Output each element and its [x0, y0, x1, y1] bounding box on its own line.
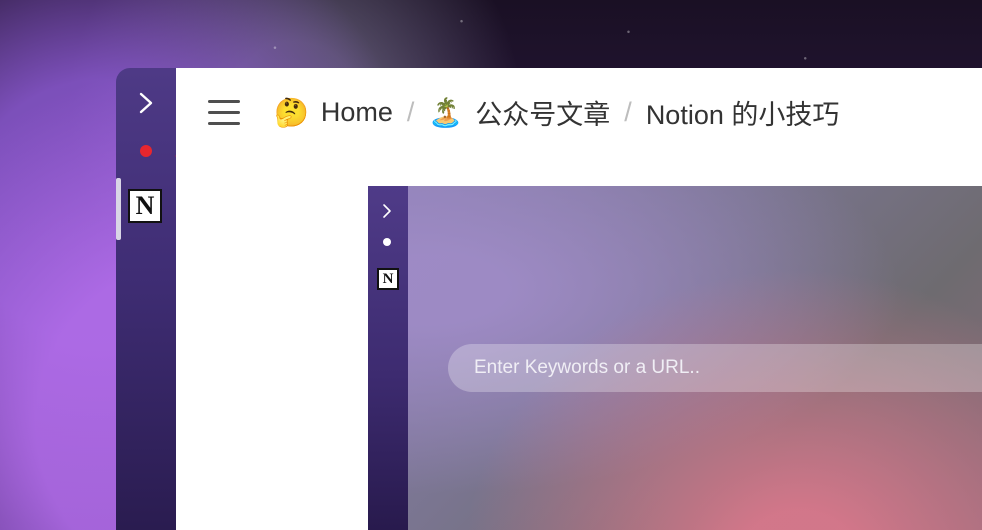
embedded-sidebar: N: [368, 186, 408, 530]
hamburger-menu-icon[interactable]: [208, 98, 240, 126]
browser-content: 🤔 Home / 🏝️ 公众号文章 / Notion 的小技巧 N Enter …: [176, 68, 982, 530]
notion-logo-icon: N: [377, 268, 399, 290]
active-app-indicator: [116, 178, 121, 240]
breadcrumb-item-articles[interactable]: 🏝️ 公众号文章: [428, 93, 610, 132]
breadcrumb: 🤔 Home / 🏝️ 公众号文章 / Notion 的小技巧: [274, 92, 839, 132]
breadcrumb-label: Home: [320, 96, 393, 127]
breadcrumb-separator: /: [624, 96, 632, 127]
breadcrumb-separator: /: [406, 96, 415, 127]
thinking-face-icon: 🤔: [274, 96, 309, 128]
embedded-screenshot: N Enter Keywords or a URL..: [368, 186, 982, 530]
embedded-dot: [383, 238, 391, 246]
breadcrumb-label: 公众号文章: [475, 99, 611, 130]
notion-logo-letter: N: [382, 270, 394, 287]
breadcrumb-item-current[interactable]: Notion 的小技巧: [646, 93, 840, 132]
chevron-right-icon[interactable]: [138, 92, 154, 114]
breadcrumb-item-home[interactable]: 🤔 Home: [274, 96, 393, 129]
notion-logo-icon[interactable]: N: [128, 189, 162, 223]
notion-logo-letter: N: [135, 191, 155, 220]
notification-dot: [140, 145, 152, 157]
island-icon: 🏝️: [428, 96, 464, 128]
breadcrumb-label: Notion 的小技巧: [645, 99, 840, 130]
app-sidebar: N: [116, 68, 176, 530]
search-input[interactable]: Enter Keywords or a URL..: [448, 344, 982, 392]
search-placeholder: Enter Keywords or a URL..: [474, 357, 700, 378]
chevron-right-icon: [383, 204, 391, 218]
